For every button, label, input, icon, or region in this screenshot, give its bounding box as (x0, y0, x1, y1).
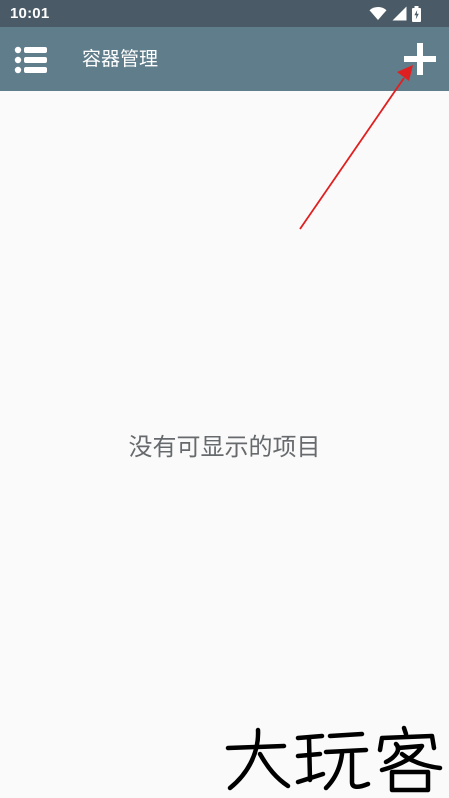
wifi-icon (369, 7, 387, 20)
page-title: 容器管理 (82, 48, 159, 70)
battery-icon (412, 5, 421, 22)
status-icons (369, 5, 421, 22)
list-menu-icon (14, 46, 47, 74)
signal-icon (392, 6, 407, 21)
status-time: 10:01 (10, 5, 50, 22)
container-list: 没有可显示的项目 (0, 91, 449, 798)
watermark-logo (225, 725, 443, 793)
menu-button[interactable] (10, 39, 52, 81)
app-bar: 容器管理 (0, 27, 449, 91)
add-container-button[interactable] (398, 37, 442, 81)
empty-state-message: 没有可显示的项目 (128, 433, 321, 461)
plus-icon (404, 43, 436, 75)
status-bar: 10:01 (0, 0, 449, 27)
